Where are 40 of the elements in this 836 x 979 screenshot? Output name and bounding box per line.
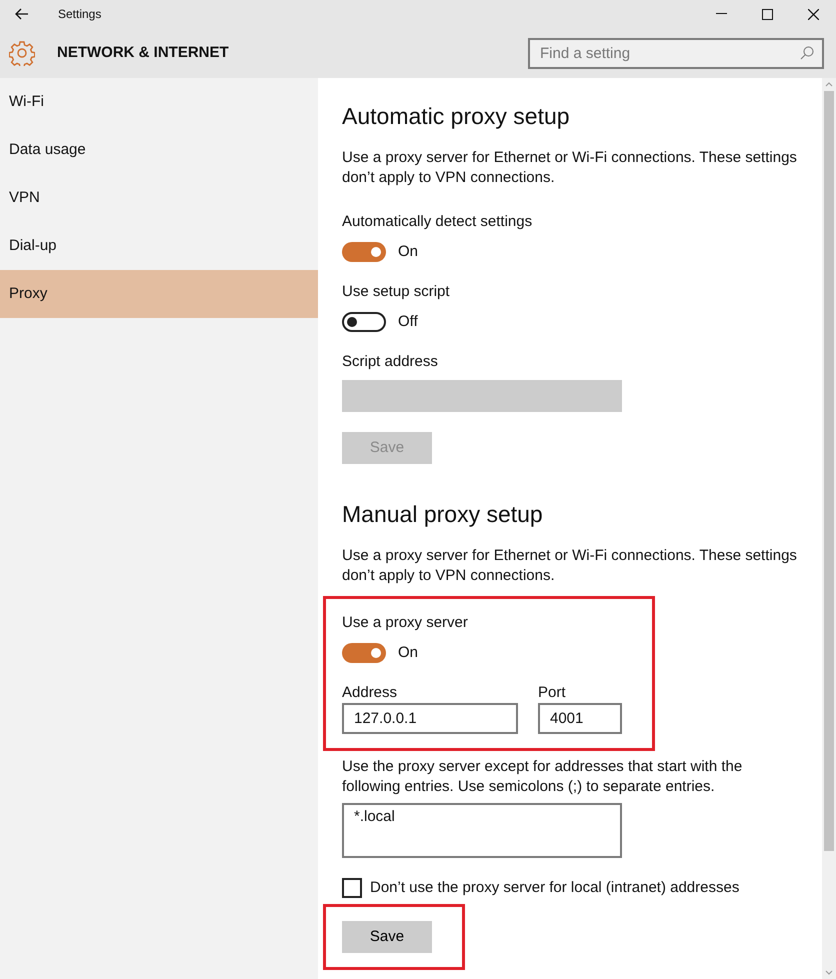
scroll-down-icon (825, 970, 833, 975)
port-label: Port (538, 683, 566, 703)
toggle-label: Use setup script (342, 282, 450, 302)
toggle-label: Automatically detect settings (342, 212, 532, 232)
toggle-state: On (398, 643, 418, 663)
gear-icon (9, 40, 35, 66)
checkbox[interactable] (342, 878, 362, 898)
window-title: Settings (58, 6, 102, 23)
section-description: Use a proxy server for Ethernet or Wi-Fi connections. These settings don’t apply to VPN connections. (342, 546, 798, 586)
field-label: Script address (342, 352, 438, 372)
scroll-up-icon (825, 82, 833, 87)
toggle-switch[interactable] (342, 643, 386, 663)
search-field[interactable]: Find a setting (528, 38, 824, 68)
minimize-icon (716, 13, 726, 15)
toggle-switch[interactable] (342, 242, 386, 262)
back-arrow-icon (15, 8, 29, 20)
scrollbar[interactable] (822, 78, 836, 979)
address-field[interactable]: 127.0.0.1 (342, 703, 518, 734)
section-heading: Manual proxy setup (342, 500, 543, 528)
sidebar-item[interactable]: Wi-Fi (0, 78, 318, 126)
search-icon (800, 46, 814, 60)
close-icon (808, 8, 818, 20)
toggle-switch[interactable] (342, 312, 386, 332)
port-field[interactable]: 4001 (538, 703, 622, 734)
section-description: Use a proxy server for Ethernet or Wi-Fi connections. These settings don’t apply to VPN connections. (342, 148, 798, 188)
exceptions-description: Use the proxy server except for addresses that start with the following entries. Use semicolons (;) to separate entries. (342, 757, 744, 797)
toggle-label: Use a proxy server (342, 613, 468, 633)
exceptions-field[interactable]: *.local (342, 803, 622, 858)
sidebar-item[interactable]: Proxy (0, 270, 318, 318)
sidebar-item[interactable]: VPN (0, 174, 318, 222)
address-label: Address (342, 683, 398, 703)
section-heading: Automatic proxy setup (342, 102, 570, 130)
sidebar-item[interactable]: Dial-up (0, 222, 318, 270)
maximize-icon (762, 8, 772, 20)
toggle-state: On (398, 242, 418, 262)
save-button[interactable]: Save (342, 921, 432, 953)
checkbox-label: Don’t use the proxy server for local (intranet) addresses (370, 878, 740, 898)
page-title: NETWORK & INTERNET (57, 42, 229, 63)
toggle-state: Off (398, 312, 418, 332)
sidebar-item[interactable]: Data usage (0, 126, 318, 174)
